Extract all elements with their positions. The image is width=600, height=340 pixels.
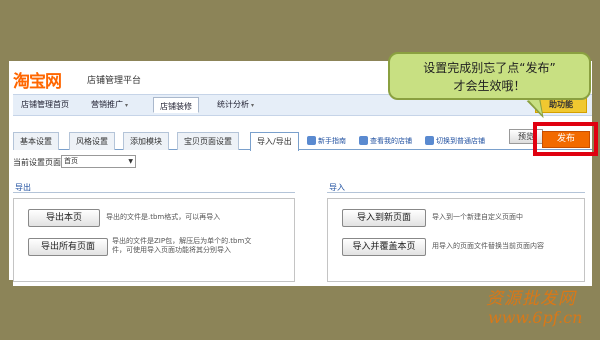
export-page-button[interactable]: 导出本页 — [28, 209, 100, 227]
tab-import-export[interactable]: 导入/导出 — [250, 132, 299, 151]
nav-item-shop-decor[interactable]: 店铺装修 — [153, 97, 199, 113]
nav-item-statistics[interactable]: 统计分析 ▾ — [217, 99, 254, 110]
tab-add-module[interactable]: 添加模块 — [123, 132, 169, 150]
publish-highlight-box: 发布 — [533, 122, 598, 156]
import-new-page-button[interactable]: 导入到新页面 — [342, 209, 426, 227]
chevron-down-icon: ▾ — [251, 102, 255, 109]
current-page-select[interactable]: 首页 ▼ — [61, 155, 136, 168]
switch-icon — [425, 136, 434, 145]
import-panel: 导入到新页面 导入到一个新建自定义页面中 导入并覆盖本页 用导入的页面文件替换当… — [327, 198, 585, 282]
guide-icon — [307, 136, 316, 145]
publish-reminder-callout: 设置完成别忘了点“发布” 才会生效哦！ — [388, 52, 591, 100]
nav-item-marketing[interactable]: 营销推广 ▾ — [91, 99, 128, 110]
decor-tabs: 基本设置 风格设置 添加模块 宝贝页面设置 导入/导出 新手指南 查看我的店铺 … — [13, 132, 592, 151]
import-new-page-desc: 导入到一个新建自定义页面中 — [432, 213, 523, 221]
watermark-url: www.6pf.cn — [488, 308, 583, 327]
chevron-down-icon: ▾ — [125, 102, 129, 109]
platform-title: 店铺管理平台 — [87, 76, 142, 86]
tab-basic-settings[interactable]: 基本设置 — [13, 132, 59, 150]
tab-item-page-settings[interactable]: 宝贝页面设置 — [177, 132, 239, 150]
divider — [13, 192, 295, 193]
export-panel: 导出本页 导出的文件是.tbm格式，可以再导入 导出所有页面 导出的文件是ZIP… — [13, 198, 295, 282]
chevron-down-icon: ▼ — [128, 158, 133, 165]
export-all-button[interactable]: 导出所有页面 — [28, 238, 108, 256]
divider — [327, 192, 585, 193]
tab-style-settings[interactable]: 风格设置 — [69, 132, 115, 150]
nav-item-shop-home[interactable]: 店铺管理首页 — [21, 99, 69, 110]
watermark-title: 资源批发网 — [486, 289, 576, 309]
callout-line-2: 才会生效哦！ — [453, 79, 526, 93]
export-page-desc: 导出的文件是.tbm格式，可以再导入 — [106, 213, 221, 221]
callout-line-1: 设置完成别忘了点“发布” — [423, 61, 556, 75]
link-view-my-shop[interactable]: 查看我的店铺 — [359, 136, 412, 146]
export-all-desc: 导出的文件是ZIP包，解压后为单个的.tbm文 件，可使用导入页面功能将其分别导入 — [112, 237, 252, 254]
current-page-label: 当前设置页面: — [13, 158, 64, 167]
link-switch-normal-shop[interactable]: 切换到普通店铺 — [425, 136, 485, 146]
link-beginner-guide[interactable]: 新手指南 — [307, 136, 346, 146]
shop-icon — [359, 136, 368, 145]
taobao-logo[interactable]: 淘宝网 — [13, 67, 62, 92]
import-overwrite-button[interactable]: 导入并覆盖本页 — [342, 238, 426, 256]
publish-button[interactable]: 发布 — [542, 131, 590, 148]
import-overwrite-desc: 用导入的页面文件替换当前页面内容 — [432, 242, 544, 250]
